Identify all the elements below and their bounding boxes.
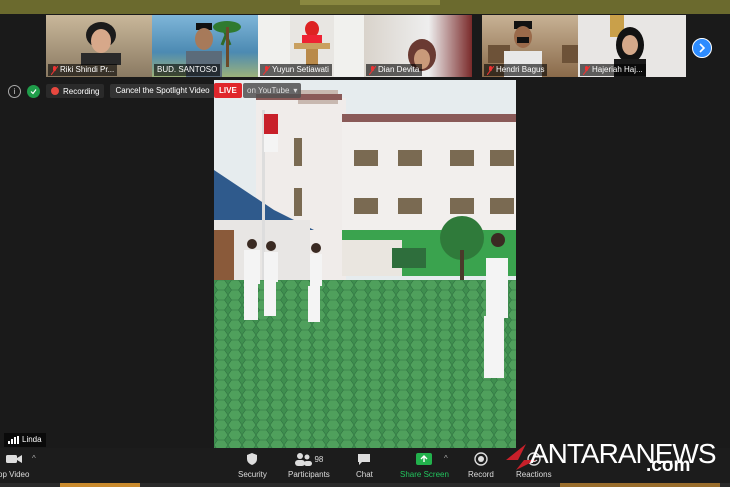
participant-name: Hendri Bagus xyxy=(484,64,548,76)
participant-name: Yuyun Setiawati xyxy=(260,64,332,76)
record-icon xyxy=(474,452,488,466)
security-button[interactable]: Security xyxy=(238,450,267,479)
share-screen-button[interactable]: Share Screen xyxy=(400,450,449,479)
participants-icon xyxy=(295,453,313,466)
top-banner-handle xyxy=(300,0,440,5)
spotlight-video xyxy=(214,80,516,448)
recording-label: Recording xyxy=(63,86,100,96)
participant-tile[interactable]: Riki Shindi Pr... xyxy=(46,15,154,77)
share-screen-label: Share Screen xyxy=(400,470,449,479)
chevron-right-icon xyxy=(699,43,706,53)
active-speaker-tag: Linda xyxy=(4,433,46,447)
video-label: op Video xyxy=(0,470,30,479)
meeting-status-bar: i Recording Cancel the Spotlight Video xyxy=(8,83,215,99)
participant-tile[interactable]: Yuyun Setiawati xyxy=(258,15,366,77)
gallery-next-button[interactable] xyxy=(692,38,712,58)
stream-target-dropdown[interactable]: on YouTube ▾ xyxy=(243,83,302,98)
mic-muted-icon xyxy=(369,65,376,75)
info-icon[interactable]: i xyxy=(8,84,21,98)
mic-muted-icon xyxy=(487,65,494,75)
antaranews-watermark: ANTARANEWS .com xyxy=(500,432,730,487)
shield-check-icon[interactable] xyxy=(27,84,40,98)
record-label: Record xyxy=(468,470,494,479)
video-options-caret[interactable]: ^ xyxy=(32,454,36,463)
participants-count: 98 xyxy=(314,454,324,464)
top-banner xyxy=(0,0,730,14)
mic-muted-icon xyxy=(51,65,58,75)
share-options-caret[interactable]: ^ xyxy=(444,454,448,463)
record-dot-icon xyxy=(51,87,59,95)
signal-icon xyxy=(8,436,19,444)
mic-muted-icon xyxy=(583,65,590,75)
share-screen-icon xyxy=(416,453,433,465)
security-label: Security xyxy=(238,470,267,479)
recording-indicator[interactable]: Recording xyxy=(46,84,105,98)
chat-button[interactable]: Chat xyxy=(356,450,373,479)
chat-label: Chat xyxy=(356,470,373,479)
participants-button[interactable]: 98 Participants xyxy=(288,450,330,479)
mic-muted-icon xyxy=(263,65,270,75)
video-camera-icon xyxy=(5,455,22,463)
participant-tile[interactable]: Hajeriah Haj... xyxy=(578,15,686,77)
record-button[interactable]: Record xyxy=(468,450,494,479)
participant-name: BUD. SANTOSO xyxy=(154,64,221,76)
participant-name: Dian Devita xyxy=(366,64,423,76)
chat-icon xyxy=(358,453,371,465)
active-speaker-name: Linda xyxy=(22,435,42,444)
participant-video xyxy=(81,22,121,65)
participant-name: Hajeriah Haj... xyxy=(580,64,646,76)
stream-target-label: on YouTube xyxy=(247,86,290,95)
live-badge[interactable]: LIVE xyxy=(214,83,242,98)
shield-icon xyxy=(247,453,258,465)
cancel-spotlight-button[interactable]: Cancel the Spotlight Video xyxy=(110,84,215,98)
participant-gallery: Riki Shindi Pr... BUD. SANTOSO Yuyun Set xyxy=(0,15,730,77)
chevron-down-icon: ▾ xyxy=(293,86,298,95)
stop-video-button[interactable]: op Video xyxy=(0,450,29,479)
participants-label: Participants xyxy=(288,470,330,479)
participant-tile[interactable]: Hendri Bagus xyxy=(482,15,590,77)
video-frame xyxy=(214,80,516,448)
participant-tile[interactable]: BUD. SANTOSO xyxy=(152,15,260,77)
watermark-domain: .com xyxy=(646,455,691,476)
participant-tile[interactable]: Dian Devita xyxy=(364,15,472,77)
participant-name: Riki Shindi Pr... xyxy=(48,64,118,76)
